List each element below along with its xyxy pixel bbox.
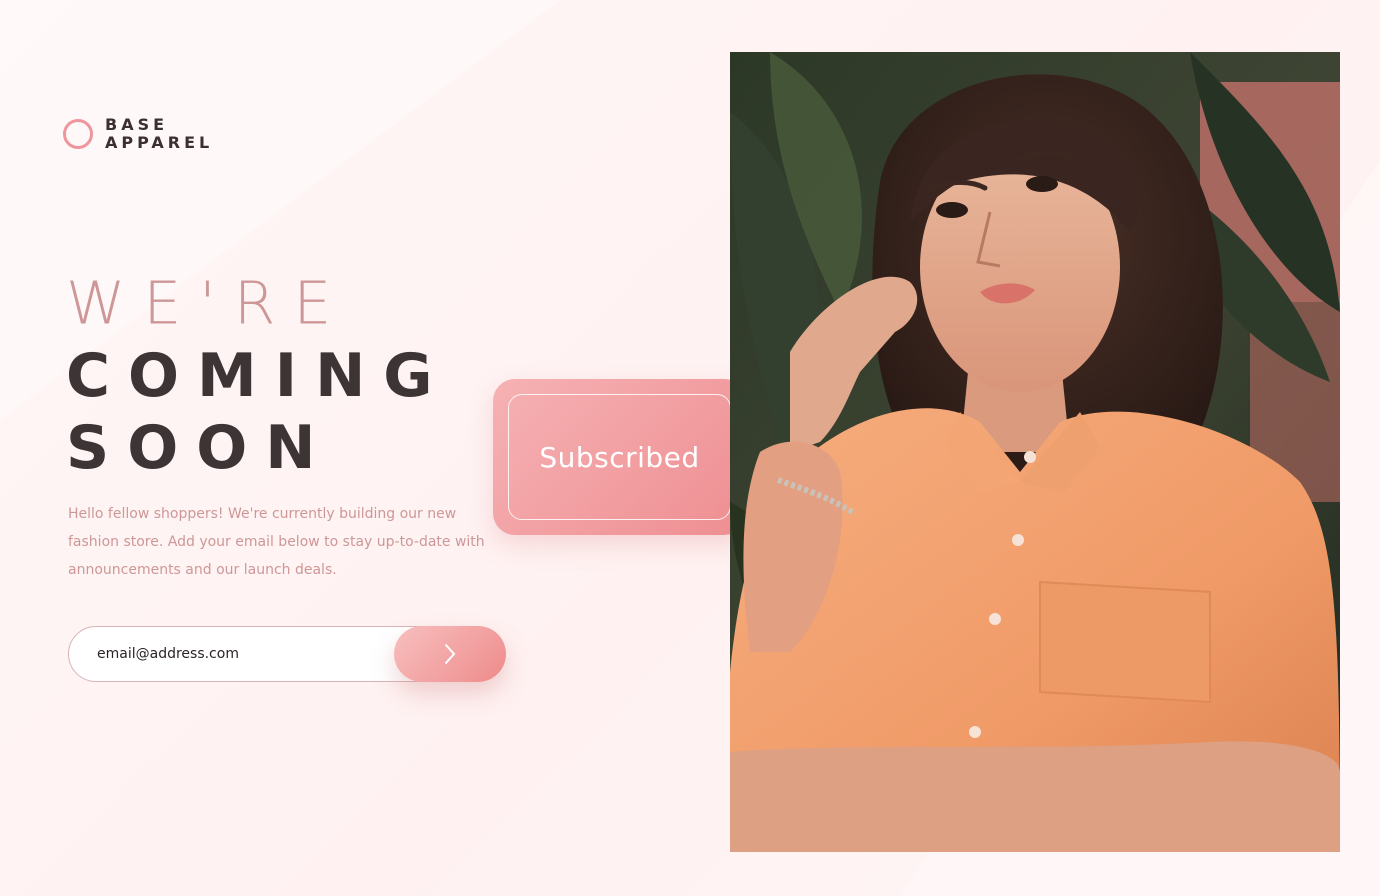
chevron-right-icon bbox=[444, 643, 456, 665]
brand-name: BASE APPAREL bbox=[105, 116, 213, 152]
subscribed-toast: Subscribed bbox=[493, 379, 746, 535]
intro-description: Hello fellow shoppers! We're currently b… bbox=[68, 506, 485, 578]
title-bold-line-2: SOON bbox=[66, 413, 334, 483]
title-light-line: WE'RE bbox=[66, 269, 350, 339]
brand-line-1: BASE bbox=[105, 115, 169, 134]
brand-logo[interactable]: BASE APPAREL bbox=[63, 116, 213, 152]
hero-photo-illustration bbox=[730, 52, 1340, 852]
page-title: WE'RE COMING SOON bbox=[66, 268, 451, 484]
toast-label: Subscribed bbox=[508, 394, 731, 520]
subscribe-form bbox=[68, 626, 506, 682]
hero-photo bbox=[730, 52, 1340, 852]
brand-line-2: APPAREL bbox=[105, 133, 214, 152]
logo-circle-icon bbox=[63, 119, 93, 149]
title-bold-line-1: COMING bbox=[66, 341, 451, 411]
submit-button[interactable] bbox=[394, 626, 506, 682]
